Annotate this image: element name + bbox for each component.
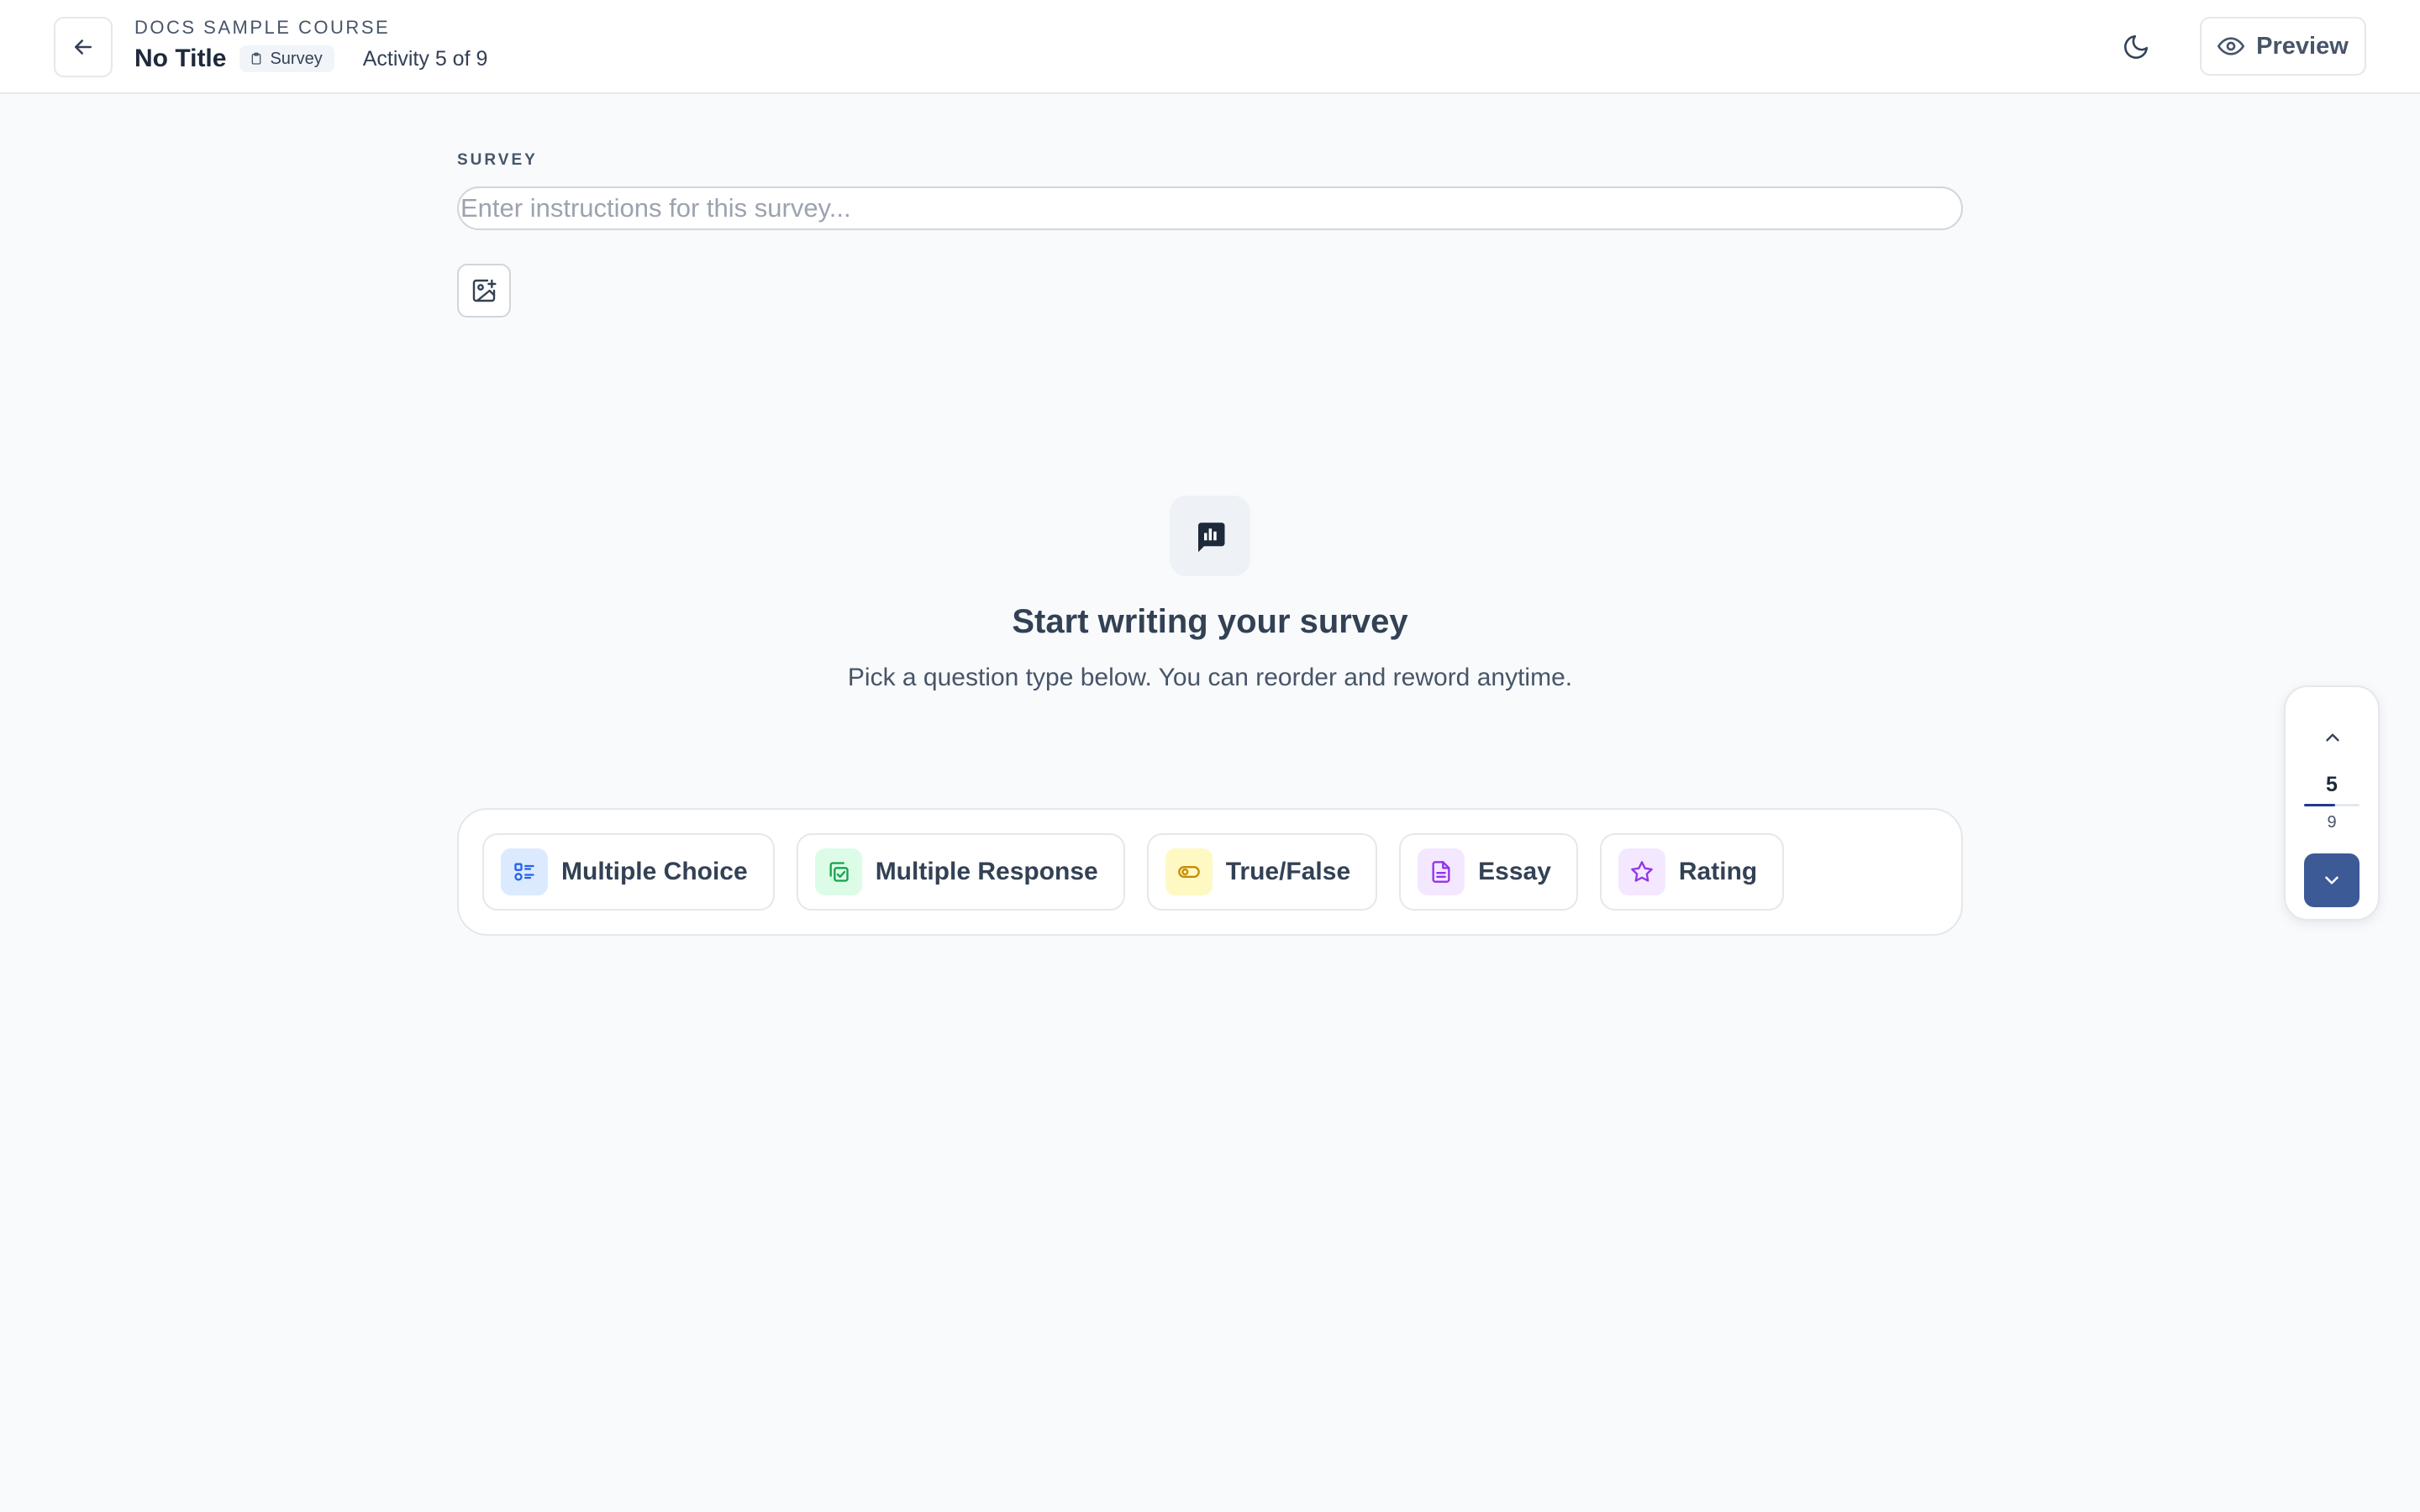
- preview-label: Preview: [2256, 32, 2349, 60]
- add-essay-button[interactable]: Essay: [1399, 833, 1578, 911]
- add-image-button[interactable]: [457, 264, 511, 318]
- multiple-response-label: Multiple Response: [875, 858, 1098, 885]
- next-activity-button[interactable]: [2304, 853, 2360, 907]
- image-plus-icon: [472, 279, 497, 302]
- rating-label: Rating: [1678, 858, 1758, 885]
- activity-type-badge: Survey: [239, 45, 334, 72]
- arrow-left-icon: [75, 39, 92, 55]
- empty-state-heading: Start writing your survey: [1012, 603, 1408, 640]
- toggle-icon: [1165, 848, 1213, 895]
- add-rating-button[interactable]: Rating: [1599, 833, 1785, 911]
- page-title: No Title: [134, 45, 227, 72]
- activity-type-label: Survey: [270, 49, 323, 68]
- top-bar: DOCS SAMPLE COURSE No Title Survey Activ…: [0, 0, 2420, 94]
- current-activity-number: 5: [2326, 773, 2338, 796]
- add-multiple-choice-button[interactable]: Multiple Choice: [482, 833, 775, 911]
- activity-progress-fill: [2304, 804, 2335, 806]
- preview-button[interactable]: Preview: [2200, 17, 2366, 76]
- list-icon: [501, 848, 548, 895]
- previous-activity-button[interactable]: [2309, 714, 2356, 761]
- empty-state-subtext: Pick a question type below. You can reor…: [847, 664, 1573, 691]
- theme-toggle-button[interactable]: [2111, 24, 2161, 71]
- moon-icon: [2124, 34, 2149, 59]
- course-name: DOCS SAMPLE COURSE: [134, 17, 391, 38]
- total-activities-number: 9: [2327, 813, 2337, 832]
- eye-icon: [2217, 37, 2245, 55]
- copy-check-icon: [814, 848, 862, 895]
- chevron-up-icon: [2326, 733, 2339, 742]
- true-false-label: True/False: [1225, 858, 1351, 885]
- empty-state-icon-wrap: [1170, 496, 1250, 576]
- add-true-false-button[interactable]: True/False: [1146, 833, 1378, 911]
- title-row: No Title Survey Activity 5 of 9: [134, 42, 487, 76]
- activity-navigator: 5 9: [2284, 685, 2380, 921]
- essay-label: Essay: [1478, 858, 1551, 885]
- survey-instructions-input[interactable]: [457, 186, 1963, 230]
- document-icon: [1418, 848, 1465, 895]
- star-icon: [1618, 848, 1665, 895]
- clipboard-icon: [252, 52, 261, 65]
- add-multiple-response-button[interactable]: Multiple Response: [796, 833, 1125, 911]
- survey-chart-icon: [1198, 522, 1225, 553]
- question-type-picker: Multiple Choice Multiple Response True/F…: [457, 808, 1963, 936]
- multiple-choice-label: Multiple Choice: [561, 858, 748, 885]
- activity-position: Activity 5 of 9: [362, 46, 488, 71]
- section-label: SURVEY: [457, 151, 538, 169]
- activity-progress-bar: [2304, 804, 2360, 806]
- chevron-down-icon: [2325, 876, 2338, 885]
- back-button[interactable]: [54, 17, 113, 77]
